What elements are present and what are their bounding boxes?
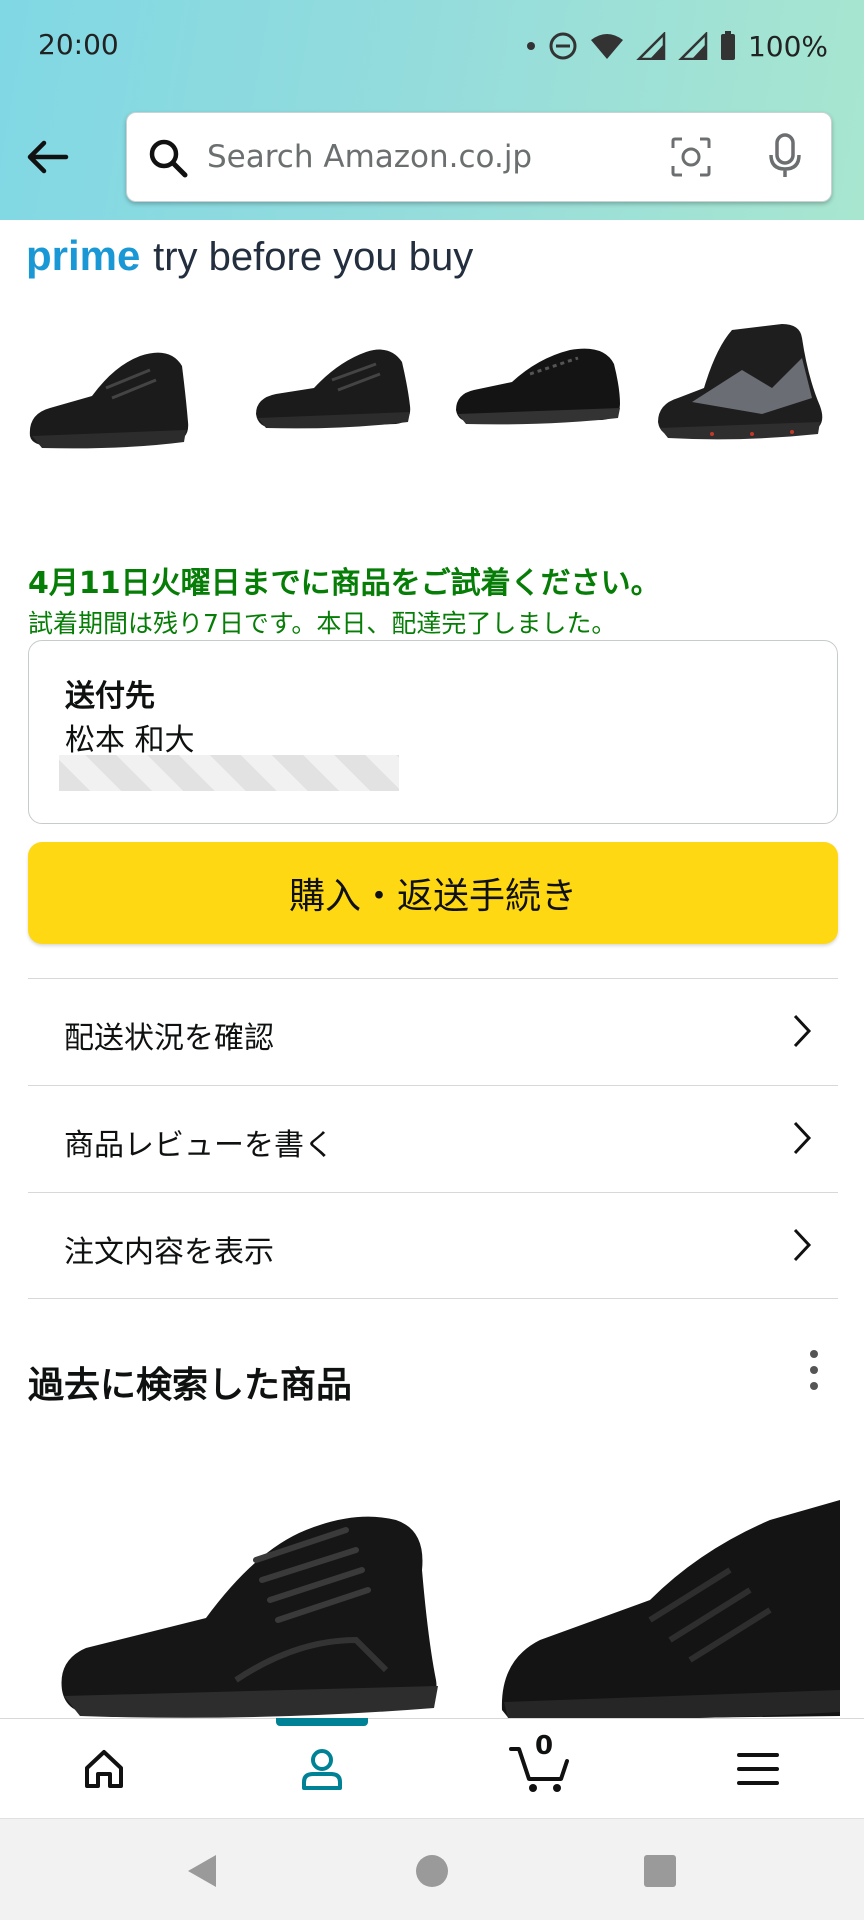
active-tab-indicator [276, 1718, 368, 1726]
back-arrow-icon [27, 140, 69, 174]
order-thumbnails [22, 318, 842, 468]
header: 20:00 100% Search Amazon.co.jp [0, 0, 864, 220]
hamburger-menu-icon [737, 1753, 779, 1785]
tab-menu[interactable] [698, 1719, 818, 1819]
signal-icon [636, 32, 666, 60]
back-button[interactable] [22, 132, 72, 182]
write-review-row[interactable]: 商品レビューを書く [28, 1085, 838, 1192]
product-thumbnail-3[interactable] [452, 318, 642, 468]
chevron-right-icon [793, 1014, 812, 1048]
status-bar: 20:00 100% [0, 0, 864, 96]
status-time: 20:00 [38, 28, 119, 61]
track-package-row[interactable]: 配送状況を確認 [28, 978, 838, 1085]
prime-banner: prime try before you buy [26, 232, 473, 280]
chevron-right-icon [793, 1228, 812, 1262]
nav-home-icon[interactable] [414, 1853, 450, 1889]
battery-icon [720, 31, 735, 60]
notification-dot-icon [526, 42, 535, 50]
nav-recents-icon[interactable] [642, 1853, 678, 1889]
prime-tagline: try before you buy [153, 235, 474, 279]
trial-deadline: 4月11日火曜日までに商品をご試着ください。 [28, 566, 661, 601]
camera-search-icon[interactable] [669, 135, 713, 179]
tab-cart[interactable]: 0 [480, 1719, 600, 1819]
product-thumbnail-2[interactable] [252, 318, 442, 468]
shipping-address-card: 送付先 松本 和大 [28, 640, 838, 824]
tab-account[interactable] [262, 1719, 382, 1819]
product-thumbnail-4[interactable] [652, 318, 842, 468]
menu-item-label: 配送状況を確認 [64, 1021, 274, 1056]
recent-product-image-2[interactable] [500, 1490, 840, 1720]
product-thumbnail-1[interactable] [22, 318, 212, 468]
system-nav-bar [0, 1818, 864, 1920]
search-placeholder: Search Amazon.co.jp [207, 139, 533, 175]
menu-item-label: 商品レビューを書く [64, 1128, 334, 1163]
recently-searched-title: 過去に検索した商品 [28, 1365, 353, 1406]
microphone-icon[interactable] [765, 131, 805, 181]
recipient-name: 松本 和大 [65, 723, 195, 758]
prime-logo: prime [26, 232, 141, 279]
signal-2-icon [678, 32, 708, 60]
home-icon [85, 1750, 123, 1788]
battery-percent: 100% [747, 29, 828, 63]
purchase-return-button[interactable]: 購入・返送手続き [28, 842, 838, 944]
bottom-tab-bar: 0 [0, 1718, 864, 1818]
view-order-details-row[interactable]: 注文内容を表示 [28, 1192, 838, 1299]
trial-remaining: 試着期間は残り7日です。本日、配達完了しました。 [28, 609, 617, 638]
tab-home[interactable] [44, 1719, 164, 1819]
menu-item-label: 注文内容を表示 [64, 1235, 274, 1270]
wifi-icon [590, 34, 623, 59]
search-bar[interactable]: Search Amazon.co.jp [126, 112, 832, 202]
recent-product-image-1[interactable] [56, 1490, 476, 1720]
do-not-disturb-icon [549, 32, 577, 60]
nav-back-icon[interactable] [184, 1853, 220, 1889]
account-icon [302, 1749, 342, 1790]
address-label: 送付先 [65, 679, 155, 714]
status-icons: 100% [526, 26, 828, 66]
chevron-right-icon [793, 1121, 812, 1155]
cart-icon [509, 1747, 569, 1792]
more-options-icon[interactable] [804, 1348, 824, 1392]
order-actions-menu: 配送状況を確認 商品レビューを書く 注文内容を表示 [28, 978, 838, 1299]
redacted-address [59, 755, 399, 791]
search-icon [149, 139, 188, 178]
